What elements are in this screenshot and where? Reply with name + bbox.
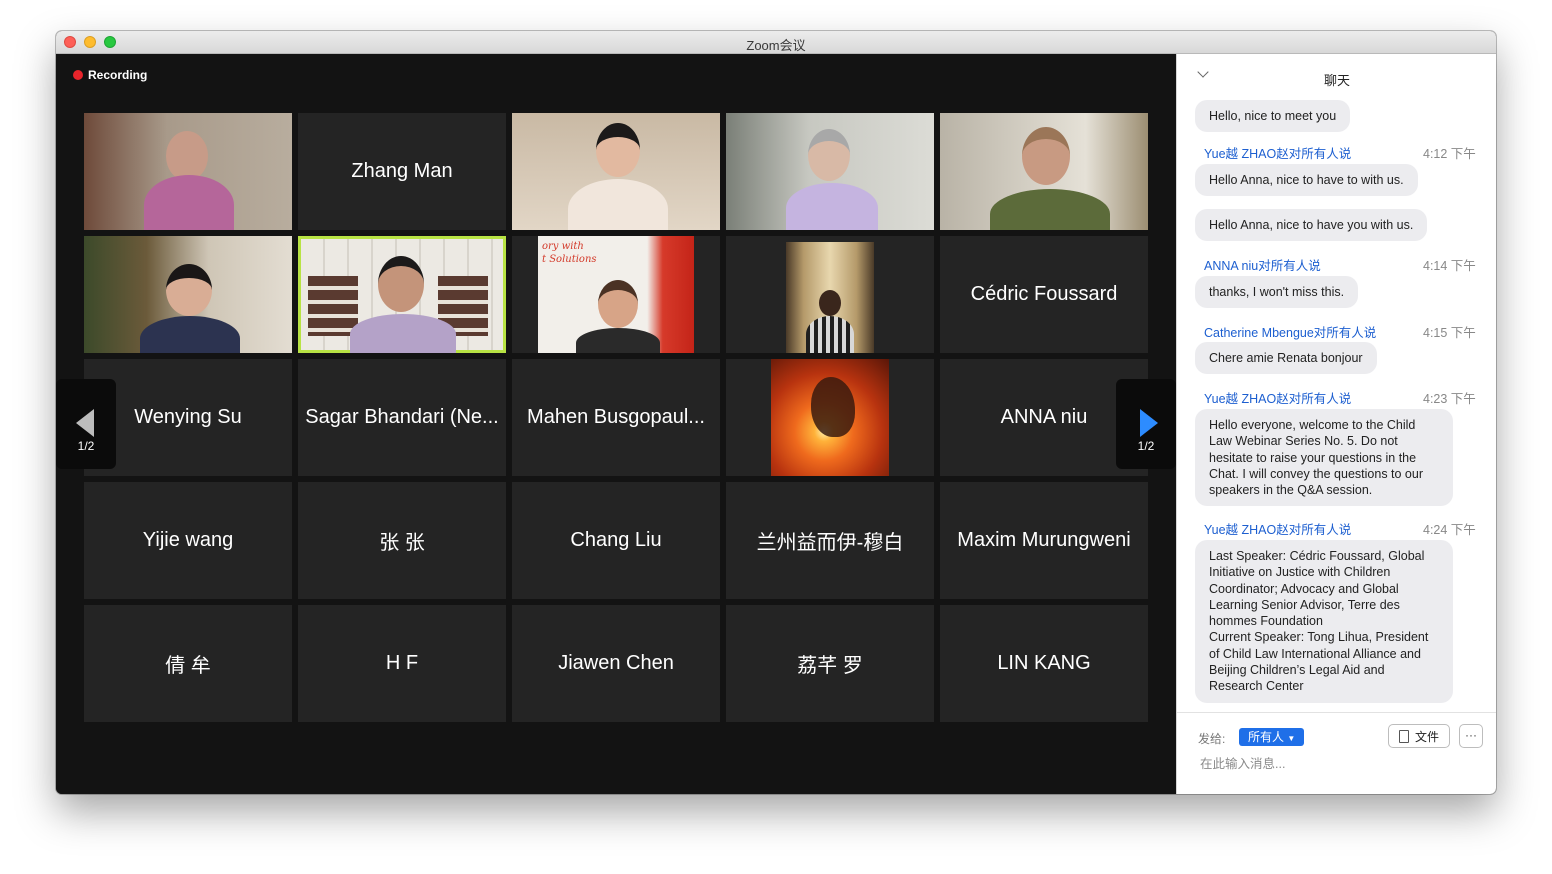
recording-label: Recording — [88, 68, 148, 82]
chat-compose: 发给: 所有人 ▼ 文件 ··· — [1177, 712, 1496, 794]
person-head — [378, 256, 424, 312]
person-head — [808, 129, 850, 181]
person-body — [786, 183, 878, 230]
title-bar: Zoom会议 — [56, 31, 1496, 54]
chat-message: thanks, I won't miss this. — [1195, 276, 1359, 309]
participant-name: Mahen Busgopaul... — [527, 406, 705, 428]
page-indicator: 1/2 — [1137, 439, 1155, 453]
person-body — [568, 179, 668, 230]
chat-time: 4:23 下午 — [1423, 392, 1476, 406]
participant-name: Sagar Bhandari (Ne... — [305, 406, 499, 428]
chat-messages[interactable]: Hello, nice to meet you Yue越 ZHAO赵对所有人说 … — [1177, 98, 1496, 710]
participant-tile[interactable]: Sagar Bhandari (Ne... — [298, 359, 506, 476]
participant-name: Jiawen Chen — [558, 652, 674, 674]
chat-header: 聊天 — [1177, 54, 1496, 98]
participant-tile[interactable]: Mahen Busgopaul... — [512, 359, 720, 476]
send-to-label: 发给: — [1198, 732, 1226, 746]
chat-message: Last Speaker: Cédric Foussard, Global In… — [1195, 540, 1453, 703]
chat-message-input[interactable] — [1200, 757, 1480, 771]
chat-message: Hello Anna, nice to have you with us. — [1195, 209, 1428, 242]
participant-name: 荔芊 罗 — [797, 655, 863, 677]
chat-sender[interactable]: Yue越 ZHAO赵对所有人说 — [1204, 519, 1351, 538]
participant-tile[interactable]: Cédric Foussard — [940, 236, 1148, 353]
person-head — [819, 290, 841, 316]
poster-text: ory with t Solutions — [542, 241, 597, 265]
recording-dot-icon — [73, 70, 83, 80]
chat-message: Hello everyone, welcome to the Child Law… — [1195, 409, 1453, 507]
page-indicator: 1/2 — [77, 439, 95, 453]
participant-tile[interactable]: ory with t Solutions — [512, 236, 720, 353]
participant-tile-active-speaker[interactable] — [298, 236, 506, 353]
zoom-window: Zoom会议 Recording Zhang Man ory with t So… — [56, 31, 1496, 794]
recording-indicator[interactable]: Recording — [73, 68, 147, 82]
participant-name: 倩 牟 — [165, 655, 211, 677]
participant-name: Chang Liu — [570, 529, 662, 551]
participant-tile[interactable]: 倩 牟 — [84, 605, 292, 722]
person-head — [598, 280, 638, 328]
person-body — [140, 316, 240, 353]
chat-time: 4:14 下午 — [1423, 259, 1476, 273]
chat-message: Hello, nice to meet you — [1195, 100, 1351, 133]
file-icon — [1398, 729, 1409, 743]
next-page-button[interactable]: 1/2 — [1116, 379, 1176, 469]
chat-time: 4:24 下午 — [1423, 523, 1476, 537]
chat-sender[interactable]: Yue越 ZHAO赵对所有人说 — [1204, 388, 1351, 407]
participant-name: Cédric Foussard — [970, 283, 1118, 305]
participant-tile[interactable] — [512, 113, 720, 230]
participant-tile[interactable] — [726, 359, 934, 476]
chat-title: 聊天 — [1323, 73, 1350, 88]
participant-tile[interactable]: LIN KANG — [940, 605, 1148, 722]
more-button[interactable]: ··· — [1459, 724, 1483, 748]
chat-time: 4:15 下午 — [1423, 326, 1476, 340]
participant-name: H F — [385, 652, 419, 674]
person-head — [1022, 127, 1070, 185]
chat-sender[interactable]: Yue越 ZHAO赵对所有人说 — [1204, 143, 1351, 162]
gallery-view: Recording Zhang Man ory with t Solutions… — [56, 54, 1176, 794]
participant-name: Yijie wang — [142, 529, 234, 551]
participant-tile[interactable]: Chang Liu — [512, 482, 720, 599]
dropdown-caret-icon: ▼ — [1287, 734, 1296, 743]
chat-message: Chere amie Renata bonjour — [1195, 342, 1377, 375]
participant-tile[interactable] — [84, 236, 292, 353]
file-button[interactable]: 文件 — [1388, 724, 1450, 748]
person-body — [806, 316, 854, 353]
person-head — [166, 264, 212, 316]
file-label: 文件 — [1414, 729, 1439, 744]
chat-sender[interactable]: ANNA niu对所有人说 — [1204, 255, 1321, 274]
chat-sender[interactable]: Catherine Mbengue对所有人说 — [1204, 322, 1376, 341]
participant-tile[interactable]: Maxim Murungweni — [940, 482, 1148, 599]
person-head — [596, 123, 640, 177]
participant-name: 兰州益而伊-穆白 — [756, 532, 904, 554]
person-body — [576, 328, 660, 353]
participant-name: Maxim Murungweni — [957, 529, 1131, 551]
person-body — [350, 314, 456, 353]
participant-tile[interactable]: H F — [298, 605, 506, 722]
chat-message: Hello Anna, nice to have to with us. — [1195, 164, 1418, 197]
recipient-value: 所有人 — [1248, 730, 1285, 744]
participant-name: 张 张 — [379, 532, 425, 554]
participant-tile[interactable] — [726, 236, 934, 353]
participant-name: Zhang Man — [351, 160, 453, 182]
prev-page-button[interactable]: 1/2 — [56, 379, 116, 469]
participant-tile[interactable]: 荔芊 罗 — [726, 605, 934, 722]
more-icon: ··· — [1465, 728, 1477, 742]
participant-tile[interactable] — [940, 113, 1148, 230]
participant-tile[interactable]: 张 张 — [298, 482, 506, 599]
recipient-dropdown[interactable]: 所有人 ▼ — [1239, 728, 1305, 746]
participant-tile[interactable]: Yijie wang — [84, 482, 292, 599]
chat-panel: 聊天 Hello, nice to meet you Yue越 ZHAO赵对所有… — [1176, 54, 1496, 794]
person-head — [166, 131, 208, 181]
participant-tile[interactable] — [726, 113, 934, 230]
prev-page-arrow-icon — [76, 409, 94, 437]
participant-tile[interactable]: Zhang Man — [298, 113, 506, 230]
next-page-arrow-icon — [1140, 409, 1158, 437]
wall-frames — [308, 276, 358, 336]
chat-time: 4:12 下午 — [1423, 147, 1476, 161]
person-body — [144, 175, 234, 230]
participant-tile[interactable] — [84, 113, 292, 230]
participant-tile[interactable]: 兰州益而伊-穆白 — [726, 482, 934, 599]
participant-tile[interactable]: Jiawen Chen — [512, 605, 720, 722]
participant-name: LIN KANG — [997, 652, 1091, 674]
window-title: Zoom会议 — [746, 38, 806, 53]
